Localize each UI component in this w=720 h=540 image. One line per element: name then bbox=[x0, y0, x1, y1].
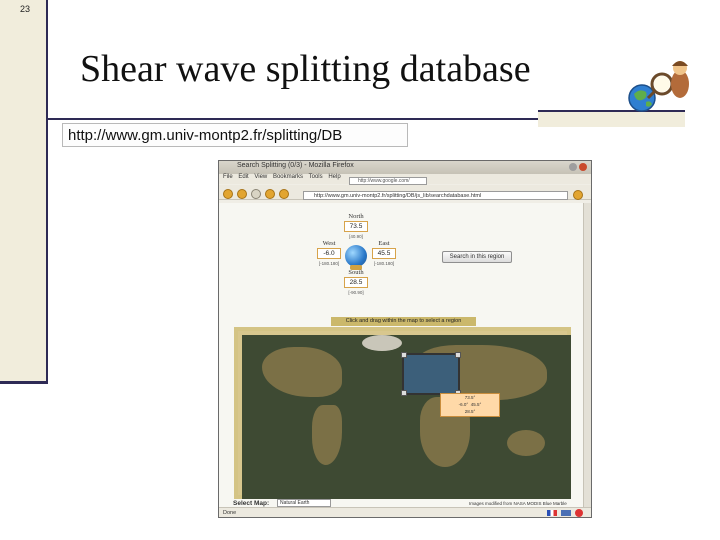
north-input[interactable]: 73.5 bbox=[344, 221, 368, 232]
search-region-button[interactable]: Search in this region bbox=[442, 251, 512, 263]
window-title: Search Splitting (0/3) - Mozilla Firefox bbox=[237, 162, 354, 169]
go-icon[interactable] bbox=[573, 190, 583, 200]
selection-north: 73.5° bbox=[464, 395, 476, 400]
slide-left-bar bbox=[0, 0, 48, 384]
browser-window: Search Splitting (0/3) - Mozilla Firefox… bbox=[218, 160, 592, 518]
menu-edit[interactable]: Edit bbox=[238, 174, 248, 180]
close-button[interactable] bbox=[579, 163, 587, 171]
home-icon[interactable] bbox=[279, 189, 289, 199]
selection-east: 45.5° bbox=[470, 402, 482, 407]
resize-handle[interactable] bbox=[401, 352, 407, 358]
page-content: North 73.5 [40.90] West -6.0 [-180.180] … bbox=[219, 203, 583, 507]
globe-magnifier-icon bbox=[628, 61, 689, 112]
page-scrollbar[interactable] bbox=[583, 203, 591, 507]
select-map-dropdown[interactable]: Natural Earth bbox=[277, 499, 331, 507]
menu-file[interactable]: File bbox=[223, 174, 233, 180]
english-flag-icon[interactable] bbox=[561, 510, 571, 516]
east-range: [-180.180] bbox=[373, 261, 395, 266]
title-rule bbox=[48, 118, 538, 120]
stop-icon[interactable] bbox=[265, 189, 275, 199]
status-bar: Done bbox=[219, 507, 591, 517]
resize-handle[interactable] bbox=[455, 352, 461, 358]
selection-coordinates: 73.5° -6.0° 45.5° 28.5° bbox=[440, 393, 500, 417]
selection-south: 28.5° bbox=[464, 409, 476, 414]
french-flag-icon[interactable] bbox=[547, 510, 557, 516]
menu-tools[interactable]: Tools bbox=[309, 174, 323, 180]
resize-handle[interactable] bbox=[401, 390, 407, 396]
slide-bottom-accent bbox=[0, 381, 48, 384]
security-icon bbox=[575, 509, 583, 517]
world-map[interactable]: 73.5° -6.0° 45.5° 28.5° bbox=[234, 327, 571, 499]
globe-icon bbox=[345, 245, 367, 267]
database-url[interactable]: http://www.gm.univ-montp2.fr/splitting/D… bbox=[62, 123, 408, 147]
map-canvas[interactable]: 73.5° -6.0° 45.5° 28.5° bbox=[242, 335, 571, 499]
south-input[interactable]: 28.5 bbox=[344, 277, 368, 288]
selection-west: -6.0° bbox=[458, 402, 469, 407]
west-input[interactable]: -6.0 bbox=[317, 248, 341, 259]
status-text: Done bbox=[223, 510, 237, 516]
menu-help[interactable]: Help bbox=[328, 174, 340, 180]
south-label: South bbox=[348, 269, 364, 276]
east-input[interactable]: 45.5 bbox=[372, 248, 396, 259]
menu-view[interactable]: View bbox=[254, 174, 267, 180]
back-icon[interactable] bbox=[223, 189, 233, 199]
google-search-input[interactable]: http://www.google.com/ bbox=[349, 177, 427, 185]
selection-box[interactable] bbox=[401, 352, 461, 396]
west-label: West bbox=[322, 240, 336, 247]
north-range: [40.90] bbox=[349, 234, 363, 239]
east-label: East bbox=[378, 240, 390, 247]
slide-title: Shear wave splitting database bbox=[80, 48, 531, 90]
north-label: North bbox=[348, 213, 364, 220]
minimize-button[interactable] bbox=[569, 163, 577, 171]
slide-left-rule bbox=[46, 0, 48, 384]
select-map-label: Select Map: bbox=[233, 500, 270, 507]
reload-icon[interactable] bbox=[251, 189, 261, 199]
forward-icon[interactable] bbox=[237, 189, 247, 199]
map-instruction: Click and drag within the map to select … bbox=[331, 317, 476, 326]
map-credit: Images modified from NASA MODIS Blue Mar… bbox=[469, 501, 567, 506]
address-bar[interactable]: http://www.gm.univ-montp2.fr/splitting/D… bbox=[303, 191, 568, 200]
slide-number: 23 bbox=[20, 4, 31, 14]
menu-bookmarks[interactable]: Bookmarks bbox=[273, 174, 303, 180]
south-range: [-90.90] bbox=[348, 290, 364, 295]
selection-west-east: -6.0° 45.5° bbox=[441, 401, 499, 408]
west-range: [-180.180] bbox=[318, 261, 340, 266]
